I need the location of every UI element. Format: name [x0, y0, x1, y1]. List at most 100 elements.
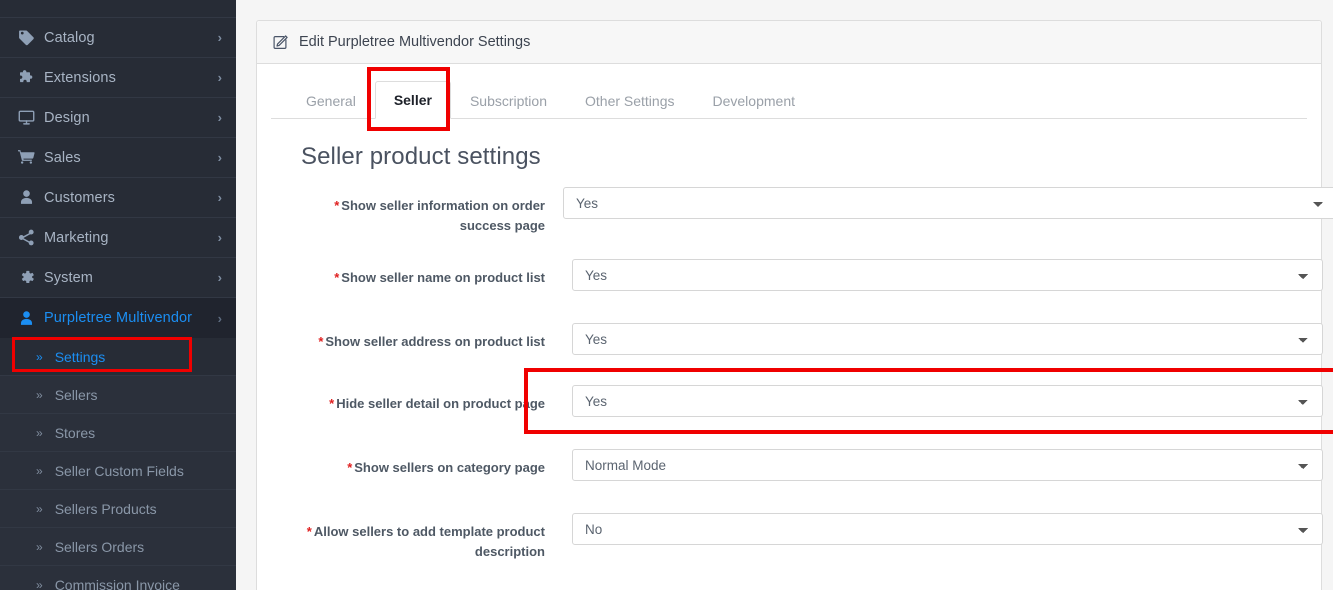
select-allow-sellers-to-add-template-product-description[interactable]: No	[572, 513, 1323, 545]
chevron-right-icon: ›	[217, 190, 222, 205]
field-label: * Show seller name on product list	[305, 259, 545, 288]
sidebar-item-settings[interactable]: » Settings	[0, 338, 236, 376]
settings-panel: Edit Purpletree Multivendor Settings Gen…	[256, 20, 1333, 590]
required-marker: *	[334, 270, 340, 285]
sidebar-item-label: Catalog	[44, 29, 95, 46]
tab-bar: General Seller Subscription Other Settin…	[271, 67, 1307, 131]
tag-icon	[18, 29, 44, 46]
sidebar-item-design[interactable]: Design ›	[0, 98, 236, 138]
required-marker: *	[347, 460, 353, 475]
section-title: Seller product settings	[301, 143, 541, 170]
tab-other-settings[interactable]: Other Settings	[566, 82, 694, 119]
double-chevron-right-icon: »	[36, 463, 43, 478]
chevron-right-icon: ›	[217, 30, 222, 45]
shopping-cart-icon	[18, 149, 44, 166]
field-control: Yes	[572, 385, 1323, 417]
select-hide-seller-detail-on-product-page[interactable]: Yes	[572, 385, 1323, 417]
sidebar-item-marketing[interactable]: Marketing ›	[0, 218, 236, 258]
tab-development[interactable]: Development	[694, 82, 815, 119]
form-row-show-seller-address-on-product-list: * Show seller address on product list Yes	[287, 323, 1323, 355]
required-marker: *	[329, 396, 335, 411]
sidebar-subitem-label: Settings	[54, 348, 106, 365]
sidebar-item-customers[interactable]: Customers ›	[0, 178, 236, 218]
sidebar-subitem-label: Sellers Orders	[54, 538, 145, 555]
sidebar-item-stores[interactable]: » Stores	[0, 414, 236, 452]
user-icon	[18, 310, 44, 327]
double-chevron-right-icon: »	[36, 539, 43, 554]
sidebar-item-label: Customers	[44, 189, 115, 206]
double-chevron-right-icon: »	[36, 577, 43, 590]
field-label-text: Show sellers on category page	[354, 460, 545, 475]
select-show-seller-address-on-product-list[interactable]: Yes	[572, 323, 1323, 355]
sidebar-item-label: Design	[44, 109, 90, 126]
required-marker: *	[306, 524, 312, 539]
chevron-right-icon: ›	[217, 150, 222, 165]
select-show-sellers-on-category-page[interactable]: Normal Mode	[572, 449, 1323, 481]
sidebar-item-label: Marketing	[44, 229, 109, 246]
monitor-icon	[18, 109, 44, 126]
tab-general[interactable]: General	[287, 82, 375, 119]
seller-settings-form: Seller product settings * Show seller inf…	[271, 119, 1333, 561]
field-control: Yes	[563, 187, 1333, 219]
tab-seller[interactable]: Seller	[374, 81, 451, 119]
field-label: * Allow sellers to add template product d…	[305, 513, 545, 561]
required-marker: *	[334, 198, 340, 213]
double-chevron-right-icon: »	[36, 387, 43, 402]
panel-body: General Seller Subscription Other Settin…	[257, 64, 1333, 561]
sidebar-item-commission-invoice[interactable]: » Commission Invoice	[0, 566, 236, 590]
form-row-show-seller-name-on-product-list: * Show seller name on product list Yes	[287, 259, 1323, 291]
sidebar-item-extensions[interactable]: Extensions ›	[0, 58, 236, 98]
edit-pencil-icon	[273, 34, 289, 50]
select-show-seller-information-on-order-success-page[interactable]: Yes	[563, 187, 1333, 219]
sidebar-item-system[interactable]: System ›	[0, 258, 236, 298]
field-label: * Show seller address on product list	[305, 323, 545, 352]
field-label-text: Show seller address on product list	[325, 334, 545, 349]
sidebar-subitem-label: Sellers Products	[54, 500, 157, 517]
select-show-seller-name-on-product-list[interactable]: Yes	[572, 259, 1323, 291]
share-icon	[18, 229, 44, 246]
field-label-text: Show seller name on product list	[341, 270, 545, 285]
form-row-show-seller-information-on-order-success-page: * Show seller information on order succes…	[287, 187, 1333, 235]
sidebar-item-catalog[interactable]: Catalog ›	[0, 18, 236, 58]
puzzle-icon	[18, 69, 44, 86]
double-chevron-right-icon: »	[36, 501, 43, 516]
sidebar-subitem-label: Sellers	[54, 386, 98, 403]
page-title: Edit Purpletree Multivendor Settings	[299, 34, 531, 50]
required-marker: *	[318, 334, 324, 349]
panel-header: Edit Purpletree Multivendor Settings	[257, 21, 1321, 64]
sidebar-item-seller-custom-fields[interactable]: » Seller Custom Fields	[0, 452, 236, 490]
field-label-text: Show seller information on order success…	[341, 198, 545, 233]
field-control: No	[572, 513, 1323, 545]
form-row-hide-seller-detail-on-product-page: * Hide seller detail on product page Yes	[287, 385, 1323, 417]
chevron-right-icon: ›	[217, 230, 222, 245]
chevron-right-icon: ›	[217, 310, 222, 326]
double-chevron-right-icon: »	[36, 425, 43, 440]
field-control: Yes	[572, 259, 1323, 291]
field-control: Normal Mode	[572, 449, 1323, 481]
tab-subscription[interactable]: Subscription	[451, 82, 566, 119]
sidebar-navigation: Dashboard Catalog › Extensions › Design	[0, 0, 236, 590]
sidebar-subitem-label: Stores	[54, 424, 96, 441]
sidebar-item-dashboard[interactable]: Dashboard	[0, 0, 236, 18]
sidebar-subitem-label: Commission Invoice	[54, 576, 180, 590]
app-root: Dashboard Catalog › Extensions › Design	[0, 0, 1333, 590]
gear-icon	[18, 269, 44, 286]
chevron-right-icon: ›	[217, 270, 222, 285]
sidebar-item-purpletree-multivendor[interactable]: Purpletree Multivendor ›	[0, 298, 236, 338]
sidebar-item-label: Purpletree Multivendor	[44, 310, 193, 326]
chevron-right-icon: ›	[217, 70, 222, 85]
double-chevron-right-icon: »	[36, 349, 43, 364]
chevron-right-icon: ›	[217, 110, 222, 125]
form-row-allow-sellers-to-add-template-product-description: * Allow sellers to add template product d…	[287, 513, 1323, 561]
form-row-show-sellers-on-category-page: * Show sellers on category page Normal Mo…	[287, 449, 1323, 481]
sidebar-item-sellers[interactable]: » Sellers	[0, 376, 236, 414]
main-content-area: Edit Purpletree Multivendor Settings Gen…	[236, 0, 1333, 590]
sidebar-item-label: Sales	[44, 149, 81, 166]
field-label-text: Hide seller detail on product page	[336, 396, 545, 411]
sidebar-item-sellers-products[interactable]: » Sellers Products	[0, 490, 236, 528]
sidebar-item-sales[interactable]: Sales ›	[0, 138, 236, 178]
field-label: * Show sellers on category page	[305, 449, 545, 478]
sidebar-subitem-label: Seller Custom Fields	[54, 462, 184, 479]
sidebar-item-sellers-orders[interactable]: » Sellers Orders	[0, 528, 236, 566]
sidebar-item-label: System	[44, 269, 93, 286]
